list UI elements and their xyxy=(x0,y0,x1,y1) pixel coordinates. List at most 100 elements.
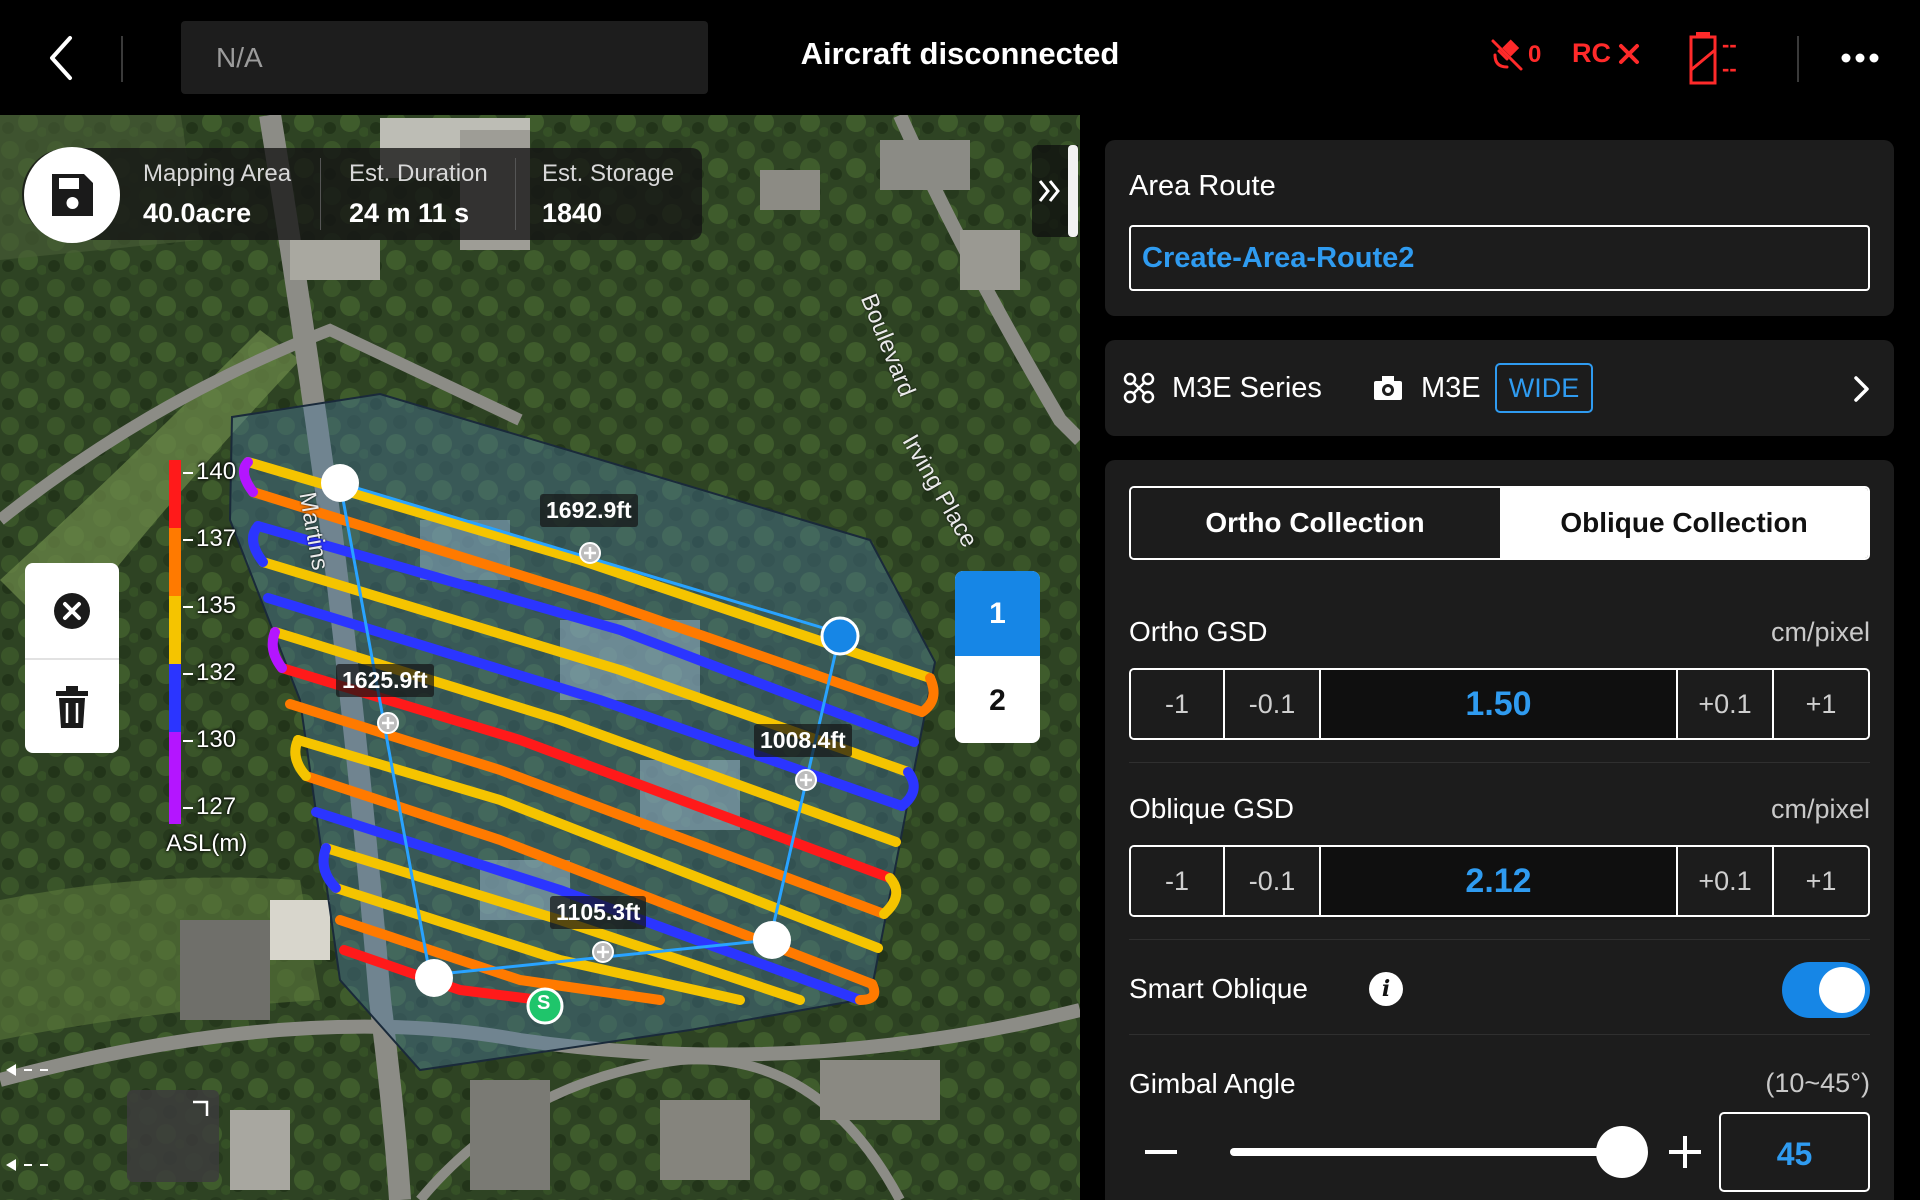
stat-value: 24 m 11 s xyxy=(349,198,470,228)
smart-oblique-label: Smart Oblique xyxy=(1129,973,1308,1004)
altitude-tick: 137 xyxy=(196,525,237,552)
gimbal-angle-range: (10~45°) xyxy=(1765,1068,1870,1098)
collection-settings-card: Ortho Collection Oblique Collection Orth… xyxy=(1105,460,1894,1200)
divider xyxy=(1129,939,1870,940)
oblique-gsd-plus-1-button[interactable]: +1 xyxy=(1774,847,1868,915)
route-selector: 1 2 xyxy=(955,571,1040,743)
toggle-knob xyxy=(1819,967,1865,1013)
drone-icon xyxy=(1123,372,1155,404)
start-point-marker[interactable]: S xyxy=(537,992,550,1015)
disconnected-x-icon xyxy=(1619,43,1639,64)
route-settings-panel: Area Route Create-Area-Route2 M3E Series… xyxy=(1080,115,1920,1200)
ortho-gsd-minus-0.1-button[interactable]: -0.1 xyxy=(1225,670,1321,738)
double-chevron-right-icon xyxy=(1038,180,1060,202)
divider xyxy=(1129,1034,1870,1035)
save-icon xyxy=(52,174,93,216)
rc-label: RC xyxy=(1572,38,1611,68)
battery-level-bottom: -- xyxy=(1722,56,1737,81)
gimbal-angle-slider-handle[interactable] xyxy=(1596,1126,1648,1178)
expand-panel-button[interactable] xyxy=(1032,145,1078,237)
oblique-gsd-unit: cm/pixel xyxy=(1770,794,1870,824)
route-1-button[interactable]: 1 xyxy=(955,571,1040,656)
satellite-map xyxy=(0,115,1080,1200)
route-name-input[interactable]: Create-Area-Route2 xyxy=(1129,225,1870,291)
stat-value: 1840 xyxy=(542,198,603,228)
aircraft-camera-card: M3E Series M3E WIDE xyxy=(1105,340,1894,436)
divider xyxy=(1129,762,1870,763)
chevron-right-icon xyxy=(1854,376,1869,402)
altitude-tick: 140 xyxy=(196,458,237,485)
close-circle-icon[interactable] xyxy=(52,591,92,631)
rc-status-indicator[interactable]: RC xyxy=(1572,38,1641,69)
battery-level-top: -- xyxy=(1722,32,1737,57)
gimbal-angle-input[interactable]: 45 xyxy=(1719,1112,1870,1192)
save-button[interactable] xyxy=(24,147,120,243)
smart-oblique-toggle[interactable] xyxy=(1782,962,1870,1018)
aircraft-camera-selector[interactable]: M3E Series M3E WIDE xyxy=(1105,340,1894,436)
mapping-area-stat: Mapping Area 40.0acre xyxy=(143,160,291,229)
ortho-gsd-minus-1-button[interactable]: -1 xyxy=(1131,670,1225,738)
camera-model-label: M3E xyxy=(1421,372,1481,404)
device-name-field[interactable]: N/A xyxy=(181,21,708,94)
divider xyxy=(515,158,516,230)
more-options-icon[interactable] xyxy=(1840,40,1880,76)
gimbal-increase-icon[interactable] xyxy=(1665,1132,1705,1172)
est-storage-stat: Est. Storage 1840 xyxy=(542,160,674,229)
oblique-gsd-plus-0.1-button[interactable]: +0.1 xyxy=(1678,847,1774,915)
altitude-tick: 127 xyxy=(196,793,237,820)
camera-icon xyxy=(1374,376,1402,400)
map-view[interactable]: S Boulevard Irving Place Martins 1692.9f… xyxy=(0,115,1080,1200)
ortho-gsd-stepper: -1 -0.1 1.50 +0.1 +1 xyxy=(1129,668,1870,740)
oblique-gsd-minus-1-button[interactable]: -1 xyxy=(1131,847,1225,915)
ortho-gsd-label: Ortho GSD xyxy=(1129,616,1268,647)
satellite-off-icon xyxy=(1491,39,1523,71)
altitude-unit-label: ASL(m) xyxy=(166,830,248,857)
oblique-gsd-stepper: -1 -0.1 2.12 +0.1 +1 xyxy=(1129,845,1870,917)
divider xyxy=(1797,36,1799,82)
distance-label: 1105.3ft xyxy=(550,896,647,929)
distance-label: 1692.9ft xyxy=(540,494,638,527)
satellite-signal-indicator[interactable]: 0 xyxy=(1490,38,1541,72)
stat-label: Mapping Area xyxy=(143,160,292,187)
ortho-gsd-value[interactable]: 1.50 xyxy=(1321,670,1678,738)
gimbal-decrease-icon[interactable] xyxy=(1141,1132,1181,1172)
collection-type-tabs: Ortho Collection Oblique Collection xyxy=(1129,486,1870,560)
oblique-gsd-label: Oblique GSD xyxy=(1129,793,1294,824)
route-name-card: Area Route Create-Area-Route2 xyxy=(1105,140,1894,316)
expand-corner-icon xyxy=(193,1100,209,1116)
ortho-gsd-unit: cm/pixel xyxy=(1770,617,1870,647)
divider xyxy=(121,36,123,82)
distance-label: 1008.4ft xyxy=(754,724,852,757)
divider xyxy=(320,158,321,230)
altitude-tick: 135 xyxy=(196,592,237,619)
stat-label: Est. Duration xyxy=(349,160,488,187)
stat-label: Est. Storage xyxy=(542,160,675,187)
ortho-gsd-plus-0.1-button[interactable]: +0.1 xyxy=(1678,670,1774,738)
info-icon[interactable]: i xyxy=(1369,972,1403,1006)
back-arrow-icon[interactable] xyxy=(40,30,90,86)
tab-oblique-collection[interactable]: Oblique Collection xyxy=(1500,488,1868,558)
distance-label: 1625.9ft xyxy=(336,664,434,697)
oblique-gsd-value[interactable]: 2.12 xyxy=(1321,847,1678,915)
ortho-gsd-plus-1-button[interactable]: +1 xyxy=(1774,670,1868,738)
altitude-tick: 130 xyxy=(196,726,237,753)
gimbal-angle-label: Gimbal Angle xyxy=(1129,1068,1296,1099)
divider xyxy=(25,658,119,660)
tab-ortho-collection[interactable]: Ortho Collection xyxy=(1131,488,1499,558)
altitude-tick: 132 xyxy=(196,659,237,686)
gimbal-angle-slider-track[interactable] xyxy=(1230,1148,1615,1156)
top-bar: N/A Aircraft disconnected 0 RC -- -- xyxy=(0,0,1920,115)
map-tools-panel xyxy=(25,563,119,753)
connection-status-title: Aircraft disconnected xyxy=(800,36,1120,71)
route-2-button[interactable]: 2 xyxy=(955,658,1040,743)
est-duration-stat: Est. Duration 24 m 11 s xyxy=(349,160,488,229)
battery-icon xyxy=(1689,32,1717,85)
minimap-toggle[interactable] xyxy=(127,1090,219,1182)
battery-indicator[interactable]: -- -- xyxy=(1688,30,1748,86)
panel-edge xyxy=(1068,145,1078,237)
satellite-count: 0 xyxy=(1528,41,1542,68)
stat-value: 40.0acre xyxy=(143,198,252,228)
route-type-title: Area Route xyxy=(1129,170,1276,202)
oblique-gsd-minus-0.1-button[interactable]: -0.1 xyxy=(1225,847,1321,915)
trash-icon[interactable] xyxy=(54,685,90,729)
